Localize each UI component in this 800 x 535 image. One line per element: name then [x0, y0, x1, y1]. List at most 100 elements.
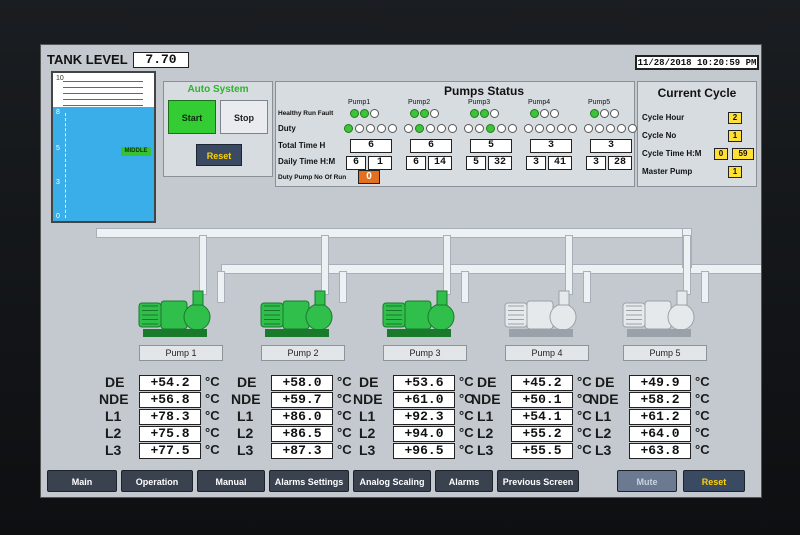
nav-alarms-button[interactable]: Alarms: [435, 470, 493, 492]
temp-value: +54.1: [511, 409, 573, 425]
temp-value: +59.7: [271, 392, 333, 408]
temp-label: L3: [359, 442, 376, 458]
pump-duty-indicator: [546, 124, 555, 133]
temp-label: L2: [595, 425, 612, 441]
temp-label: L1: [595, 408, 612, 424]
pump-status-name: Pump2: [408, 99, 431, 106]
pump-duty-indicator: [355, 124, 364, 133]
temp-label: L3: [477, 442, 494, 458]
temp-value: +75.8: [139, 426, 201, 442]
pump-daily-hours: 3: [586, 156, 606, 170]
nav-alarms-settings-button[interactable]: Alarms Settings: [269, 470, 349, 492]
temp-unit: °C: [205, 408, 220, 423]
temp-value: +58.0: [271, 375, 333, 391]
pump-duty-indicator: [617, 124, 626, 133]
tank-level-title: TANK LEVEL: [47, 52, 128, 67]
temp-label: L1: [359, 408, 376, 424]
tank-fill: [53, 107, 154, 221]
tank-scale-0: 0: [56, 213, 60, 220]
pump-suction-pipe: [461, 271, 469, 303]
temp-label: L1: [237, 408, 254, 424]
pump-daily-minutes: 41: [548, 156, 572, 170]
cycle-time-minutes: 59: [732, 148, 754, 160]
pump-duty-indicator: [475, 124, 484, 133]
temp-value: +54.2: [139, 375, 201, 391]
cycle-no-value: 1: [728, 130, 742, 142]
pump-duty-indicator: [557, 124, 566, 133]
temp-value: +77.5: [139, 443, 201, 459]
pump-icon[interactable]: [259, 289, 339, 345]
pump-total-time: 6: [410, 139, 452, 153]
pump-icon[interactable]: [381, 289, 461, 345]
pump-icon[interactable]: [503, 289, 583, 345]
pump-label: Pump 1: [139, 345, 223, 361]
temp-value: +87.3: [271, 443, 333, 459]
temp-label: NDE: [99, 391, 129, 407]
duty-pump-no-value: 0: [358, 170, 380, 184]
pump-fault-indicator: [430, 109, 439, 118]
auto-reset-button[interactable]: Reset: [196, 144, 242, 166]
pump-duty-indicator: [377, 124, 386, 133]
temp-label: DE: [105, 374, 125, 390]
pump-healthy-indicator: [350, 109, 359, 118]
pump-duty-indicator: [606, 124, 615, 133]
temp-unit: °C: [695, 425, 710, 440]
stop-button[interactable]: Stop: [220, 100, 268, 134]
auto-system-title: Auto System: [187, 84, 249, 95]
pump-duty-indicator: [628, 124, 637, 133]
temp-unit: °C: [337, 425, 352, 440]
temp-label: NDE: [589, 391, 619, 407]
pump-healthy-indicator: [590, 109, 599, 118]
temp-label: DE: [359, 374, 379, 390]
temp-label: L1: [477, 408, 494, 424]
pump-total-time: 3: [590, 139, 632, 153]
pump-fault-indicator: [610, 109, 619, 118]
cycle-time-label: Cycle Time H:M: [642, 149, 702, 158]
temp-unit: °C: [577, 374, 592, 389]
nav-manual-button[interactable]: Manual: [197, 470, 265, 492]
tank-level-value: 7.70: [133, 52, 189, 68]
nav-previous-screen-button[interactable]: Previous Screen: [497, 470, 579, 492]
pump-duty-indicator: [508, 124, 517, 133]
pump-icon[interactable]: [137, 289, 217, 345]
nav-analog-scaling-button[interactable]: Analog Scaling: [353, 470, 431, 492]
pump-label: Pump 3: [383, 345, 467, 361]
tank-scale-5: 5: [56, 145, 60, 152]
master-pump-value: 1: [728, 166, 742, 178]
cycle-hour-label: Cycle Hour: [642, 113, 685, 122]
nav-reset-button[interactable]: Reset: [683, 470, 745, 492]
current-cycle-title: Current Cycle: [657, 86, 737, 100]
temp-value: +55.5: [511, 443, 573, 459]
pump-daily-minutes: 1: [368, 156, 392, 170]
mute-button[interactable]: Mute: [617, 470, 677, 492]
pump-fault-indicator: [490, 109, 499, 118]
pump-fault-indicator: [370, 109, 379, 118]
tank-scale-10: 10: [56, 75, 64, 82]
temp-unit: °C: [205, 442, 220, 457]
pump-duty-indicator: [404, 124, 413, 133]
temp-label: L3: [105, 442, 122, 458]
temp-unit: °C: [459, 425, 474, 440]
temp-unit: °C: [577, 425, 592, 440]
temp-unit: °C: [695, 442, 710, 457]
temp-label: L3: [595, 442, 612, 458]
temp-value: +63.8: [629, 443, 691, 459]
start-button[interactable]: Start: [168, 100, 216, 134]
pump-label: Pump 2: [261, 345, 345, 361]
temp-label: L2: [237, 425, 254, 441]
pump-icon[interactable]: [621, 289, 701, 345]
nav-main-button[interactable]: Main: [47, 470, 117, 492]
temp-unit: °C: [459, 442, 474, 457]
pump-discharge-pipe: [321, 235, 329, 295]
pump-discharge-pipe: [199, 235, 207, 295]
temp-unit: °C: [337, 408, 352, 423]
pump-status-name: Pump4: [528, 99, 551, 106]
pump-fault-indicator: [550, 109, 559, 118]
temp-value: +58.2: [629, 392, 691, 408]
temp-unit: °C: [337, 442, 352, 457]
pump-duty-indicator: [415, 124, 424, 133]
nav-operation-button[interactable]: Operation: [121, 470, 193, 492]
pump-label: Pump 4: [505, 345, 589, 361]
temp-label: DE: [237, 374, 257, 390]
pump-duty-indicator: [366, 124, 375, 133]
